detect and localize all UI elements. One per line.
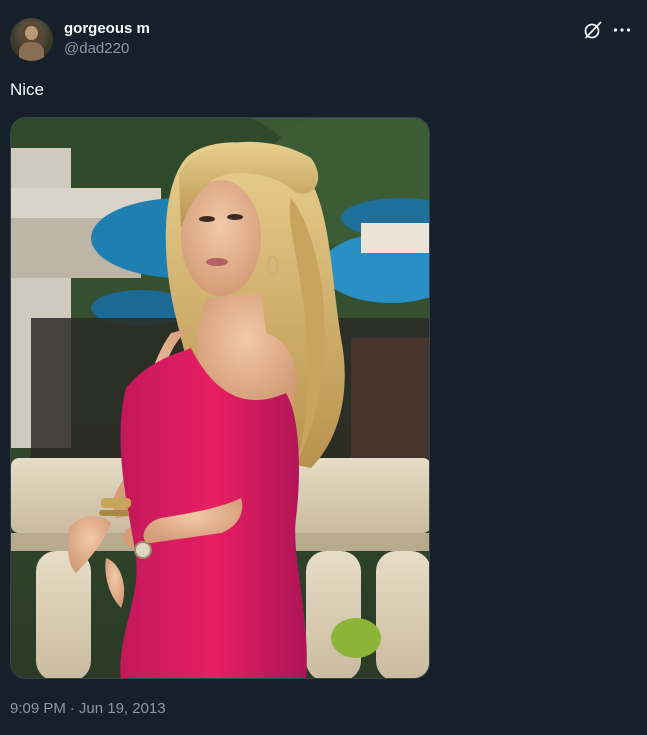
author-names: gorgeous m @dad220 [64, 19, 150, 59]
author-handle[interactable]: @dad220 [64, 39, 150, 59]
tweet-photo[interactable] [10, 117, 430, 679]
more-options-icon[interactable] [612, 20, 632, 40]
tweet-time: 9:09 PM [10, 700, 66, 717]
author-display-name[interactable]: gorgeous m [64, 19, 150, 39]
tweet-date: Jun 19, 2013 [78, 700, 166, 717]
tweet-text: Nice [10, 80, 45, 99]
grok-icon[interactable] [583, 20, 603, 40]
avatar-face [25, 26, 38, 40]
timestamp-separator: · [69, 700, 75, 717]
tweet: gorgeous m @dad220 Nice 9:09 PM · Jun 19… [0, 0, 647, 735]
avatar-body [19, 42, 44, 61]
tweet-timestamp[interactable]: 9:09 PM · Jun 19, 2013 [10, 699, 166, 719]
avatar[interactable] [10, 18, 53, 61]
